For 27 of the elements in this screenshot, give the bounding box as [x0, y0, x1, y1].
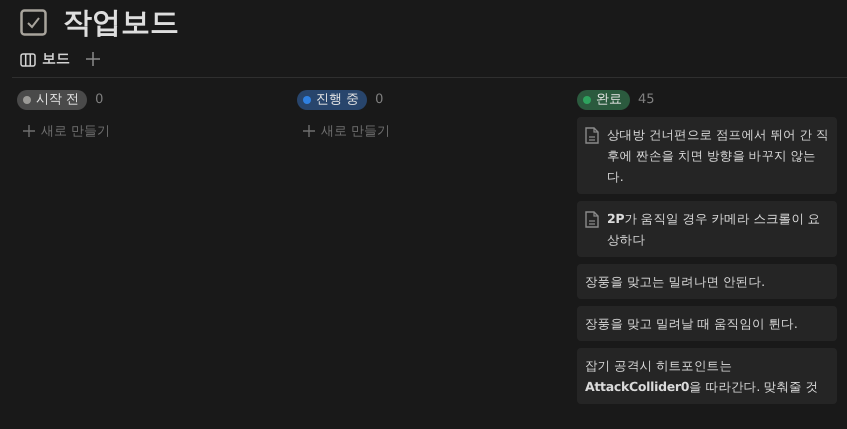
board-icon [20, 52, 36, 66]
plus-icon [23, 125, 35, 138]
new-card-button[interactable]: 새로 만들기 [23, 122, 110, 141]
task-card[interactable]: 장풍을 맞고는 밀려나면 안된다. [577, 264, 837, 298]
card-title: 상대방 건너편으로 점프에서 뛰어 간 직후에 짠손을 치면 방향을 바꾸지 않는다. [607, 126, 829, 186]
card-title: 잡기 공격시 히트포인트는 AttackCollider0을 따라간다. 맞춰줄 것 [585, 356, 820, 396]
task-card[interactable]: 잡기 공격시 히트포인트는 AttackCollider0을 따라간다. 맞춰줄 것 [577, 348, 837, 404]
task-card[interactable]: 장풍을 맞고 밀려날 때 움직임이 튄다. [577, 306, 837, 340]
document-icon [585, 126, 599, 144]
checkbox-icon [20, 9, 47, 36]
card-count: 0 [375, 91, 384, 109]
card-title: 장풍을 맞고는 밀려나면 안된다. [585, 272, 765, 290]
plus-icon [303, 125, 315, 138]
status-tag: 완료 [577, 90, 630, 110]
status-tag: 진행 중 [297, 90, 368, 110]
page-title: 작업보드 [63, 8, 179, 37]
document-icon [585, 210, 599, 228]
new-card-button[interactable]: 새로 만들기 [303, 122, 390, 141]
card-count: 45 [638, 91, 655, 109]
view-tab[interactable]: 보드 [20, 49, 70, 70]
status-tag: 시작 전 [17, 90, 88, 110]
add-view-icon[interactable] [86, 49, 100, 66]
task-card[interactable]: 상대방 건너편으로 점프에서 뛰어 간 직후에 짠손을 치면 방향을 바꾸지 않는다. [577, 116, 837, 194]
card-title: 장풍을 맞고 밀려날 때 움직임이 튄다. [585, 314, 798, 332]
task-card[interactable]: 2P가 움직일 경우 카메라 스크롤이 요상하다 [577, 200, 837, 256]
card-title: 2P가 움직일 경우 카메라 스크롤이 요상하다 [607, 210, 822, 248]
card-count: 0 [95, 91, 104, 109]
